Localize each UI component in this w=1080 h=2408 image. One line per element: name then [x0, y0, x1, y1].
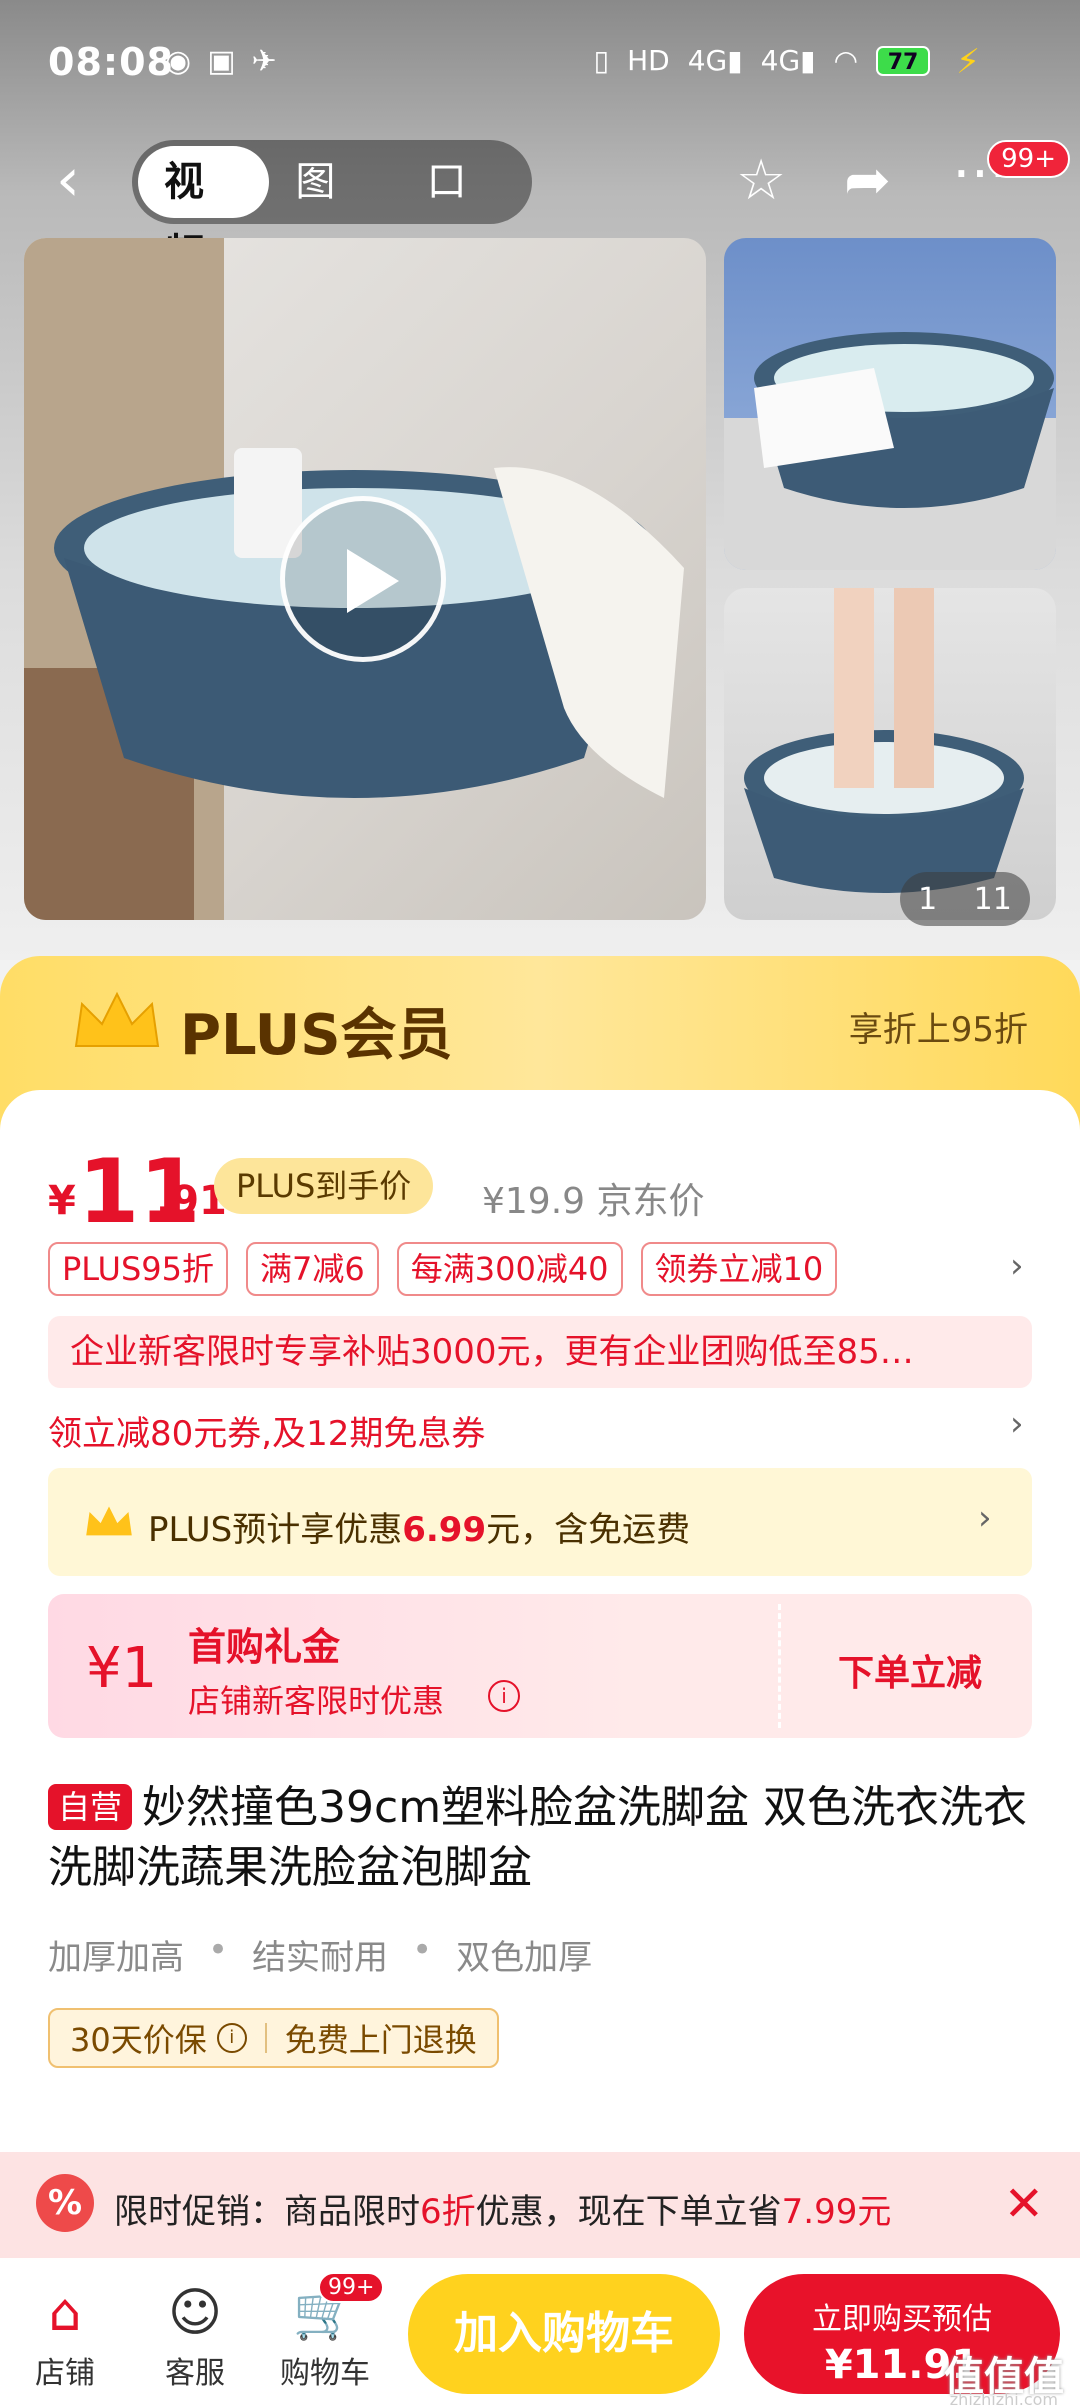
limited-promo-bar[interactable]: % 限时促销：商品限时6折优惠，现在下单立省7.99元 ✕ [0, 2152, 1080, 2258]
limited-middle: 优惠，现在下单立省 [475, 2192, 782, 2232]
service-guarantees[interactable]: 30天价保 i 免费上门退换 [48, 2008, 499, 2068]
shop-icon: ⌂ [48, 2283, 82, 2343]
close-icon[interactable]: ✕ [1004, 2176, 1044, 2232]
plus-estimate-prefix: PLUS预计享优惠 [148, 1510, 403, 1550]
feature-dot: • [412, 1930, 433, 1970]
shop-button[interactable]: ⌂ 店铺 [10, 2278, 120, 2392]
limited-promo-text: 限时促销：商品限时6折优惠，现在下单立省7.99元 [114, 2184, 891, 2233]
add-to-cart-button[interactable]: 加入购物车 [408, 2274, 720, 2394]
product-features: 加厚加高 • 结实耐用 • 双色加厚 [48, 1930, 592, 1979]
info-icon[interactable]: i [488, 1680, 520, 1712]
cart-badge: 99+ [318, 2272, 385, 2303]
service-label: 客服 [165, 2356, 225, 2391]
back-icon[interactable]: ‹ [56, 150, 104, 214]
gift-subtitle: 店铺新客限时优惠 [188, 1682, 445, 1720]
status-bar: 08:08 ◉ ▣ ✈ ▯ HD 4G▮ 4G▮ ◠ 77 ⚡ [0, 0, 1080, 130]
bird-icon: ✈ [251, 44, 277, 79]
self-operated-tag: 自营 [48, 1784, 133, 1830]
customer-service-icon: ☺ [167, 2283, 223, 2343]
counter-current: 1 [918, 881, 938, 917]
buy-now-label: 立即购买预估 [812, 2302, 992, 2337]
cart-label: 购物车 [280, 2356, 370, 2391]
enterprise-promo-banner[interactable]: 企业新客限时专享补贴3000元，更有企业团购低至85… [48, 1316, 1032, 1388]
shop-label: 店铺 [35, 2356, 95, 2391]
feature-dot: • [208, 1930, 229, 1970]
service-button[interactable]: ☺ 客服 [140, 2278, 250, 2392]
thumb-illustration-1 [724, 332, 1056, 570]
media-tabs: 视频 图集 口碑 [132, 140, 532, 289]
bottom-action-bar: ⌂ 店铺 ☺ 客服 🛒 购物车 99+ 加入购物车 立即购买预估 ¥11.91 [0, 2258, 1080, 2408]
gift-title: 首购礼金 [188, 1625, 341, 1669]
watermark-url: zhizhizhi.com [949, 2390, 1058, 2408]
thumbnail-feet[interactable] [724, 588, 1056, 920]
feature-item: 双色加厚 [456, 1938, 593, 1978]
feature-item: 加厚加高 [48, 1938, 184, 1978]
price-currency: ¥ [48, 1178, 76, 1224]
wifi-icon: ◠ [833, 44, 858, 77]
status-time: 08:08 [48, 40, 174, 84]
small-crown-icon [86, 1506, 132, 1536]
main-video-image[interactable] [24, 238, 706, 920]
crown-icon [74, 991, 160, 1047]
guarantee-price-protect: 30天价保 [70, 2021, 207, 2059]
tags-chevron-icon[interactable]: › [1010, 1246, 1024, 1286]
tab-reviews[interactable]: 口碑 [401, 140, 532, 289]
plus-estimate-bar[interactable]: PLUS预计享优惠6.99元，含免运费 › [48, 1468, 1032, 1576]
app-icon: ▣ [207, 44, 236, 79]
plus-estimate-text: PLUS预计享优惠6.99元，含免运费 [148, 1502, 690, 1551]
notification-icons: ◉ ▣ ✈ [165, 44, 277, 79]
tab-gallery[interactable]: 图集 [269, 140, 400, 289]
gift-action[interactable]: 下单立减 [838, 1644, 982, 1696]
play-button[interactable] [280, 496, 446, 662]
tag-plus95[interactable]: PLUS95折 [48, 1242, 228, 1296]
guarantee-return: 免费上门退换 [284, 2021, 477, 2059]
plus-title: PLUS会员 [180, 1003, 453, 1068]
gift-divider [778, 1604, 781, 1728]
product-title-text: 妙然撞色39cm塑料脸盆洗脚盆 双色洗衣洗衣洗脚洗蔬果洗脸盆泡脚盆 [48, 1782, 1028, 1893]
battery-icon: 77 [876, 45, 930, 76]
promo-tags[interactable]: PLUS95折 满7减6 每满300减40 领券立减10 [48, 1242, 838, 1296]
message-badge: 99+ [987, 140, 1070, 178]
first-purchase-gift[interactable]: ¥1 首购礼金 店铺新客限时优惠 i 下单立减 [48, 1594, 1032, 1738]
signal-4g-icon: 4G▮ [687, 44, 743, 77]
thumb-illustration-2 [744, 588, 1024, 893]
tag-coupon10[interactable]: 领券立减10 [640, 1242, 838, 1296]
feature-item: 结实耐用 [252, 1938, 389, 1978]
guarantee-separator [264, 2023, 267, 2053]
price-protect-info-icon[interactable]: i [216, 2023, 247, 2053]
hd-icon: HD [627, 44, 670, 77]
vibrate-icon: ▯ [593, 44, 610, 77]
coupon-chevron-icon[interactable]: › [1010, 1404, 1024, 1444]
gift-amount: ¥1 [86, 1636, 158, 1701]
plus-estimate-chevron-icon[interactable]: › [978, 1498, 992, 1538]
plus-discount: 享折上95折 [848, 1010, 1028, 1050]
coupon-line[interactable]: 领立减80元券,及12期免息券 [48, 1406, 485, 1455]
plus-estimate-amount: 6.99 [402, 1510, 487, 1550]
wechat-icon: ◉ [165, 44, 192, 79]
charging-icon: ⚡ [956, 42, 980, 82]
share-icon[interactable]: ➦ [844, 148, 891, 213]
signal-4g-icon-2: 4G▮ [760, 44, 816, 77]
thumbnail-basin[interactable] [724, 238, 1056, 570]
limited-discount: 6折 [420, 2192, 476, 2232]
tag-man300jian40[interactable]: 每满300减40 [396, 1242, 623, 1296]
counter-total: 11 [973, 881, 1012, 917]
percent-icon: % [36, 2174, 94, 2232]
limited-saving: 7.99元 [781, 2192, 892, 2232]
status-right-icons: ▯ HD 4G▮ 4G▮ ◠ 77 [594, 44, 930, 77]
star-icon[interactable]: ☆ [736, 148, 786, 213]
limited-prefix: 限时促销：商品限时 [114, 2192, 420, 2232]
tab-video[interactable]: 视频 [138, 146, 270, 277]
plus-price-label: PLUS到手价 [214, 1158, 434, 1214]
jd-price: ¥19.9 京东价 [482, 1181, 705, 1222]
tag-man7jian6[interactable]: 满7减6 [246, 1242, 379, 1296]
plus-estimate-suffix: 元，含免运费 [486, 1510, 691, 1550]
product-title: 自营 妙然撞色39cm塑料脸盆洗脚盆 双色洗衣洗衣洗脚洗蔬果洗脸盆泡脚盆 [48, 1778, 1038, 1898]
gallery-counter: 1 11 [900, 872, 1030, 926]
